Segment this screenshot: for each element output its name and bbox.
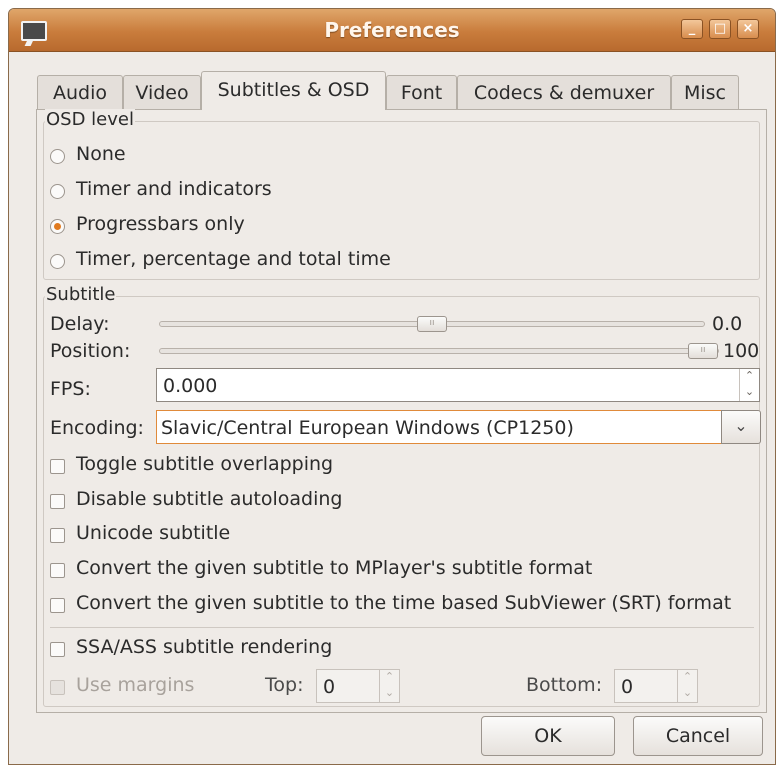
convert-srt-checkbox[interactable] [50, 598, 65, 613]
top-margin-spinbox[interactable]: 0 ⌃ ⌄ [316, 669, 400, 703]
maximize-icon: □ [713, 21, 727, 36]
ok-button[interactable]: OK [481, 716, 615, 756]
checkbox-label: Convert the given subtitle to MPlayer's … [76, 557, 593, 579]
osd-option-label: None [76, 143, 126, 165]
encoding-dropdown-button[interactable]: ⌄ [721, 410, 761, 444]
spin-up-icon[interactable]: ⌃ [740, 369, 759, 385]
checkbox-label: Toggle subtitle overlapping [76, 453, 334, 475]
checkbox-label: Use margins [76, 674, 195, 696]
tab-video[interactable]: Video [123, 75, 201, 109]
checkbox-label: SSA/ASS subtitle rendering [76, 636, 333, 658]
spin-down-icon[interactable]: ⌄ [678, 686, 697, 702]
top-spin-buttons: ⌃ ⌄ [379, 670, 399, 702]
bottom-margin-spinbox[interactable]: 0 ⌃ ⌄ [614, 669, 698, 703]
top-margin-value: 0 [323, 676, 336, 698]
position-slider[interactable]: ıı [159, 343, 719, 359]
tab-codecs-demuxer[interactable]: Codecs & demuxer [457, 75, 671, 109]
osd-level-group: OSD level None Timer and indicators Prog… [43, 109, 760, 280]
disable-autoloading-checkbox[interactable] [50, 494, 65, 509]
maximize-button[interactable]: □ [709, 19, 731, 39]
checkbox-label: Convert the given subtitle to the time b… [76, 592, 732, 614]
radio-timer-percentage[interactable] [50, 254, 65, 269]
separator [50, 627, 754, 628]
preferences-window: Preferences _ □ × Audio Video Subtitles … [8, 8, 776, 765]
tab-font[interactable]: Font [386, 75, 457, 109]
top-margin-label: Top: [265, 674, 304, 696]
toggle-overlapping-checkbox[interactable] [50, 459, 65, 474]
encoding-value: Slavic/Central European Windows (CP1250) [161, 417, 574, 439]
fps-value: 0.000 [163, 375, 218, 397]
spin-down-icon[interactable]: ⌄ [380, 686, 399, 702]
minimize-icon: _ [688, 21, 696, 36]
fps-label: FPS: [50, 378, 91, 400]
title-bar[interactable]: Preferences _ □ × [9, 9, 775, 52]
radio-none[interactable] [50, 149, 65, 164]
osd-option-label: Progressbars only [76, 213, 245, 235]
spin-up-icon[interactable]: ⌃ [678, 670, 697, 686]
minimize-button[interactable]: _ [681, 19, 703, 39]
close-button[interactable]: × [737, 19, 759, 39]
use-margins-checkbox[interactable] [50, 680, 65, 695]
osd-option-label: Timer and indicators [76, 178, 272, 200]
window-title: Preferences [324, 18, 460, 42]
tab-subtitles-osd[interactable]: Subtitles & OSD [201, 71, 386, 110]
bottom-margin-label: Bottom: [526, 674, 603, 696]
position-value: 100 [723, 340, 760, 362]
bottom-spin-buttons: ⌃ ⌄ [677, 670, 697, 702]
delay-value: 0.0 [712, 313, 743, 335]
osd-level-legend: OSD level [45, 109, 135, 130]
checkbox-label: Disable subtitle autoloading [76, 488, 343, 510]
osd-option-label: Timer, percentage and total time [76, 248, 391, 270]
radio-progressbars[interactable] [50, 219, 65, 234]
convert-mplayer-checkbox[interactable] [50, 563, 65, 578]
encoding-combo-entry[interactable]: Slavic/Central European Windows (CP1250) [156, 410, 722, 444]
delay-slider-handle[interactable]: ıı [417, 316, 447, 332]
tab-misc[interactable]: Misc [671, 75, 739, 109]
close-icon: × [742, 21, 754, 36]
bottom-margin-value: 0 [621, 676, 634, 698]
subtitle-group: Subtitle Delay: ıı 0.0 Position: ıı 100 … [43, 284, 761, 707]
subtitle-legend: Subtitle [45, 284, 117, 305]
radio-timer[interactable] [50, 184, 65, 199]
unicode-checkbox[interactable] [50, 528, 65, 543]
chevron-down-icon: ⌄ [734, 416, 748, 435]
fps-spinbox[interactable]: 0.000 ⌃ ⌄ [156, 368, 760, 402]
cancel-button[interactable]: Cancel [633, 716, 763, 756]
ssa-ass-checkbox[interactable] [50, 642, 65, 657]
delay-label: Delay: [50, 313, 110, 335]
spin-down-icon[interactable]: ⌄ [740, 385, 759, 401]
position-label: Position: [50, 340, 131, 362]
fps-spin-buttons: ⌃ ⌄ [739, 369, 759, 401]
delay-slider[interactable]: ıı [159, 316, 705, 332]
spin-up-icon[interactable]: ⌃ [380, 670, 399, 686]
tab-audio[interactable]: Audio [37, 75, 123, 109]
checkbox-label: Unicode subtitle [76, 522, 231, 544]
subtitles-osd-panel: OSD level None Timer and indicators Prog… [36, 109, 767, 713]
encoding-label: Encoding: [50, 417, 144, 439]
position-slider-handle[interactable]: ıı [688, 343, 718, 359]
